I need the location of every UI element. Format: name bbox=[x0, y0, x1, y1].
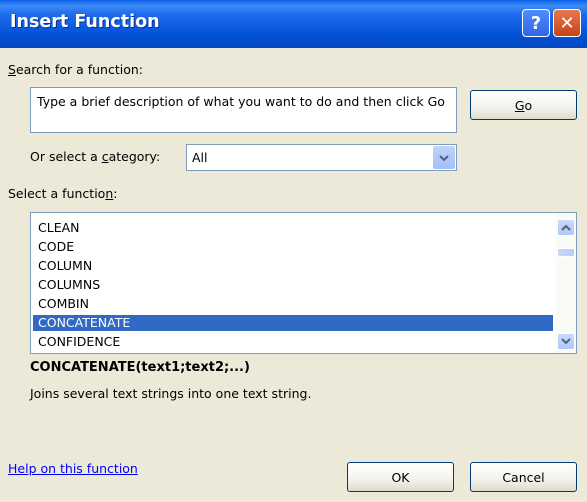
list-item[interactable]: CONFIDENCE bbox=[33, 334, 553, 350]
list-item[interactable]: CLEAN bbox=[33, 220, 553, 236]
ok-button-label: OK bbox=[391, 469, 410, 485]
list-item[interactable]: COLUMN bbox=[33, 258, 553, 274]
window-title: Insert Function bbox=[10, 12, 160, 32]
close-icon: ✕ bbox=[559, 12, 575, 34]
function-list-label: Select a function: bbox=[8, 186, 118, 201]
cancel-button[interactable]: Cancel bbox=[470, 462, 577, 492]
vertical-scrollbar[interactable] bbox=[556, 213, 576, 353]
category-select[interactable]: All bbox=[186, 144, 457, 171]
function-signature: CONCATENATE(text1;text2;...) bbox=[30, 360, 250, 375]
scroll-up-icon[interactable] bbox=[557, 219, 575, 236]
search-label: Search for a function: bbox=[8, 62, 143, 77]
chevron-down-icon[interactable] bbox=[433, 146, 455, 169]
category-label: Or select a category: bbox=[30, 149, 161, 164]
scrollbar-thumb[interactable] bbox=[557, 248, 575, 257]
close-button[interactable]: ✕ bbox=[553, 9, 581, 37]
list-item[interactable]: CODE bbox=[33, 239, 553, 255]
function-description: Joins several text strings into one text… bbox=[30, 386, 312, 401]
ok-button[interactable]: OK bbox=[347, 462, 454, 492]
list-item-selected[interactable]: CONCATENATE bbox=[33, 315, 553, 331]
search-input[interactable]: Type a brief description of what you wan… bbox=[30, 87, 457, 133]
search-input-text: Type a brief description of what you wan… bbox=[37, 94, 445, 109]
category-select-value: All bbox=[192, 150, 208, 165]
cancel-button-label: Cancel bbox=[502, 469, 545, 485]
help-on-function-link[interactable]: Help on this function bbox=[8, 461, 138, 476]
scroll-down-icon[interactable] bbox=[557, 333, 575, 350]
title-bar[interactable]: Insert Function ? ✕ bbox=[0, 0, 587, 48]
go-button-label: Go bbox=[514, 97, 533, 113]
list-item[interactable]: COMBIN bbox=[33, 296, 553, 312]
question-mark-icon: ? bbox=[530, 12, 542, 34]
go-button[interactable]: Go bbox=[470, 90, 577, 120]
list-item[interactable]: COLUMNS bbox=[33, 277, 553, 293]
function-listbox[interactable]: CLEAN CODE COLUMN COLUMNS COMBIN CONCATE… bbox=[30, 212, 577, 354]
help-button[interactable]: ? bbox=[522, 9, 550, 37]
